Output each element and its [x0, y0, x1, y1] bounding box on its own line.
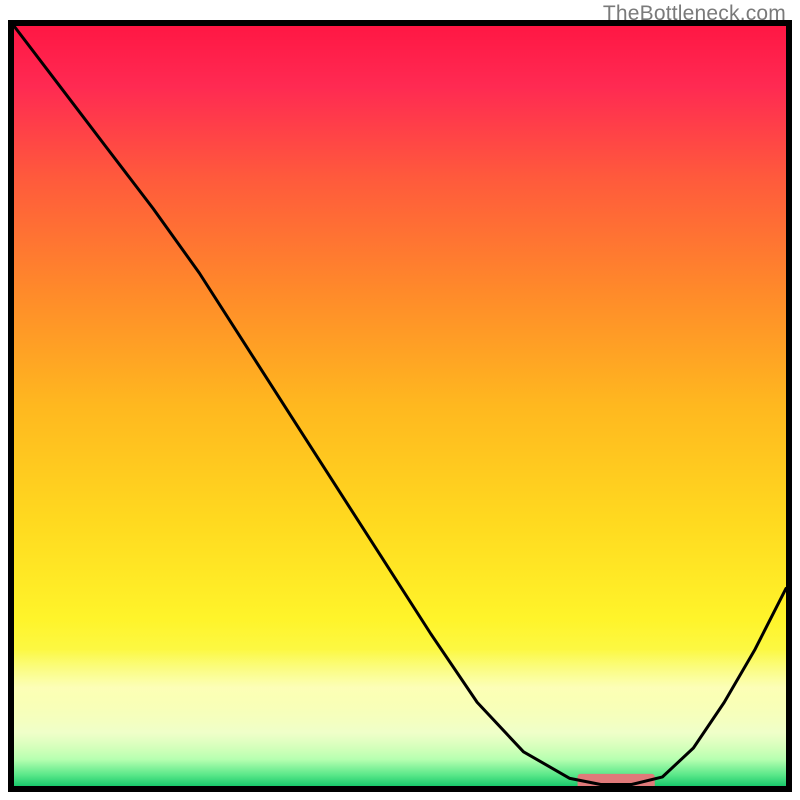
chart-container: TheBottleneck.com — [0, 0, 800, 800]
bottleneck-chart — [0, 0, 800, 800]
watermark-text: TheBottleneck.com — [603, 2, 786, 26]
